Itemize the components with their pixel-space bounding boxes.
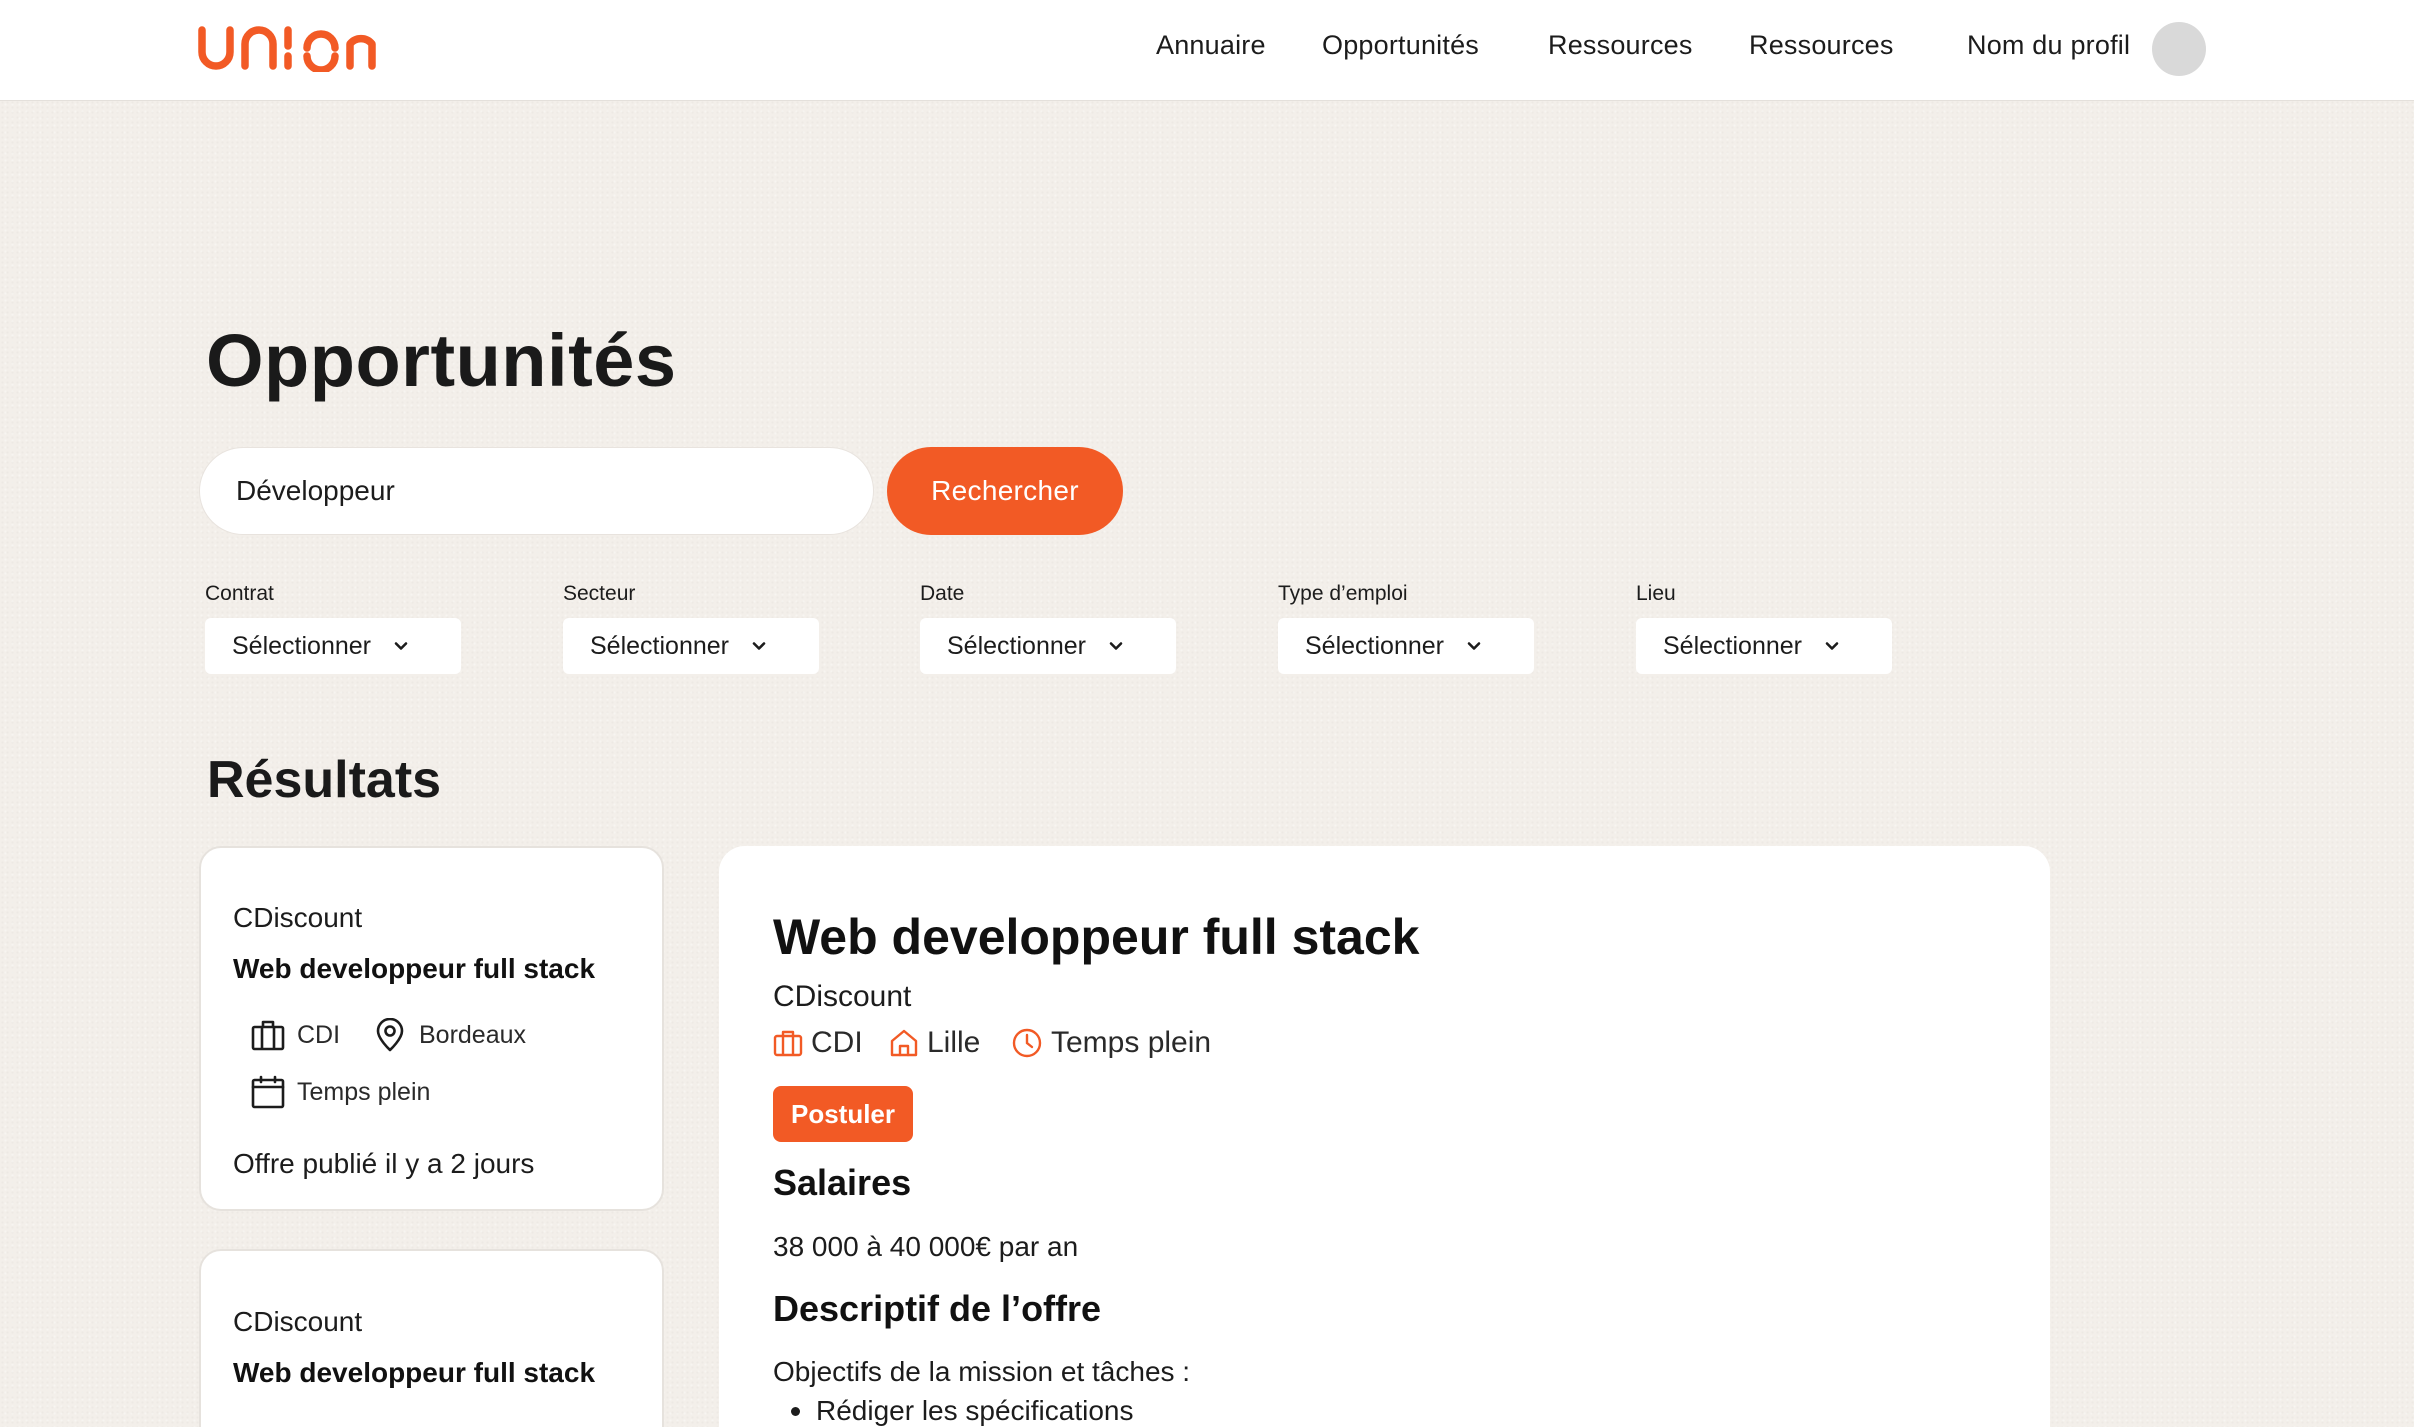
filter-label: Contrat	[205, 582, 274, 605]
chevron-down-icon	[1109, 642, 1123, 650]
chevron-down-icon	[1825, 642, 1839, 650]
filter-select-value: Sélectionner	[1663, 631, 1802, 660]
home-icon	[890, 1029, 918, 1057]
card-location-label: Bordeaux	[419, 1020, 527, 1049]
bullet-text: Rédiger les spécifications	[816, 1395, 1134, 1426]
filter-date: Date Sélectionner	[920, 582, 1176, 674]
nav-ressources[interactable]: Ressources	[1548, 30, 1693, 61]
result-card[interactable]: CDiscount Web developpeur full stack	[199, 1249, 664, 1427]
filter-select-date[interactable]: Sélectionner	[920, 618, 1176, 674]
detail-location: Lille	[889, 1026, 980, 1060]
detail-location-label: Lille	[927, 1026, 981, 1059]
filter-select-lieu[interactable]: Sélectionner	[1636, 618, 1892, 674]
card-schedule: Temps plein	[251, 1075, 430, 1109]
card-title: Web developpeur full stack	[233, 953, 596, 984]
detail-schedule: Temps plein	[1011, 1026, 1211, 1060]
card-company: CDiscount	[233, 902, 363, 933]
description-intro: Objectifs de la mission et tâches :	[773, 1356, 1191, 1387]
filter-type-emploi: Type d’emploi Sélectionner	[1278, 582, 1534, 674]
filter-label: Date	[920, 582, 965, 605]
profile-name[interactable]: Nom du profil	[1967, 30, 2130, 61]
detail-schedule-label: Temps plein	[1051, 1026, 1212, 1059]
chevron-down-icon	[752, 642, 766, 650]
top-navbar: Annuaire Opportunités Ressources Ressour…	[0, 0, 2414, 101]
detail-title: Web developpeur full stack	[773, 909, 1420, 965]
filter-lieu: Lieu Sélectionner	[1636, 582, 1892, 674]
card-title: Web developpeur full stack	[233, 1357, 596, 1388]
union-logo[interactable]	[196, 22, 378, 72]
filter-select-value: Sélectionner	[590, 631, 729, 660]
search-input[interactable]	[199, 447, 874, 535]
filter-select-secteur[interactable]: Sélectionner	[563, 618, 819, 674]
chevron-down-icon	[1467, 642, 1481, 650]
description-title: Descriptif de l’offre	[773, 1288, 1102, 1329]
card-posted-date: Offre publié il y a 2 jours	[233, 1148, 535, 1179]
filter-label: Type d’emploi	[1278, 582, 1408, 605]
calendar-icon	[251, 1075, 285, 1109]
results-title: Résultats	[207, 751, 442, 809]
card-company: CDiscount	[233, 1306, 363, 1337]
filter-secteur: Secteur Sélectionner	[563, 582, 819, 674]
nav-ressources-2[interactable]: Ressources	[1749, 30, 1894, 61]
salary-title: Salaires	[773, 1162, 912, 1203]
offer-detail-panel: Web developpeur full stack CDiscount CDI…	[719, 846, 2050, 1427]
nav-opportunites[interactable]: Opportunités	[1322, 30, 1479, 61]
filter-select-value: Sélectionner	[232, 631, 371, 660]
filter-label: Secteur	[563, 582, 636, 605]
card-contract: CDI	[251, 1018, 340, 1052]
search-button[interactable]: Rechercher	[887, 447, 1123, 535]
filter-select-contrat[interactable]: Sélectionner	[205, 618, 461, 674]
card-contract-label: CDI	[297, 1020, 341, 1049]
filter-contrat: Contrat Sélectionner	[205, 582, 461, 674]
briefcase-icon	[251, 1020, 285, 1051]
filter-select-value: Sélectionner	[947, 631, 1086, 660]
filter-select-value: Sélectionner	[1305, 631, 1444, 660]
detail-contract: CDI	[773, 1026, 863, 1060]
detail-company: CDiscount	[773, 980, 912, 1013]
filter-select-type-emploi[interactable]: Sélectionner	[1278, 618, 1534, 674]
briefcase-icon	[773, 1030, 803, 1057]
nav-annuaire[interactable]: Annuaire	[1156, 30, 1266, 61]
avatar[interactable]	[2152, 22, 2206, 76]
filter-label: Lieu	[1636, 582, 1676, 605]
card-location: Bordeaux	[373, 1018, 526, 1052]
detail-contract-label: CDI	[811, 1026, 863, 1059]
apply-button[interactable]: Postuler	[773, 1086, 913, 1142]
result-card[interactable]: CDiscount Web developpeur full stack CDI…	[199, 846, 664, 1211]
clock-icon	[1012, 1028, 1042, 1058]
salary-value: 38 000 à 40 000€ par an	[773, 1231, 1079, 1262]
chevron-down-icon	[394, 642, 408, 650]
description-bullet: Rédiger les spécifications	[791, 1395, 1134, 1427]
page-title: Opportunités	[206, 319, 677, 402]
card-schedule-label: Temps plein	[297, 1077, 431, 1106]
map-pin-icon	[376, 1018, 404, 1052]
bullet-dot	[791, 1406, 800, 1416]
